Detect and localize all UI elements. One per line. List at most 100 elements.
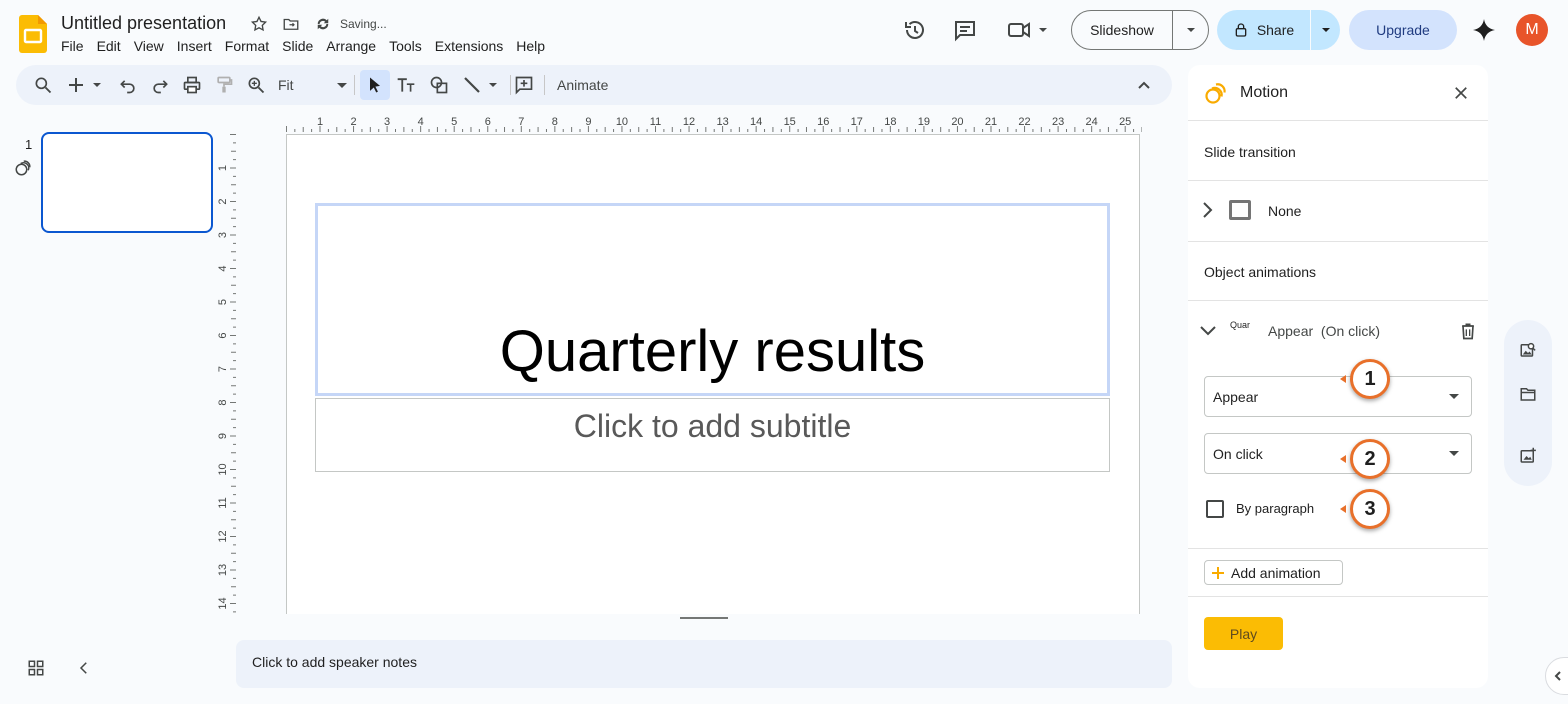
slide-thumbnail[interactable] [41,132,213,233]
version-history-icon[interactable] [903,18,927,42]
transition-preview-icon[interactable] [1228,198,1252,222]
redo-icon[interactable] [150,75,170,95]
by-paragraph-label[interactable]: By paragraph [1236,501,1314,516]
add-animation-label: Add animation [1231,564,1321,581]
notes-resize-handle[interactable] [680,617,728,619]
paint-format-icon[interactable] [214,75,234,95]
ruler-tick-label: 2 [350,116,356,128]
zoom-icon[interactable] [246,75,266,95]
star-icon[interactable] [250,15,268,33]
slideshow-label[interactable]: Slideshow [1072,11,1173,49]
grid-view-icon[interactable] [27,659,45,677]
folder-icon[interactable] [1519,385,1537,403]
sync-icon [314,15,332,33]
by-paragraph-checkbox[interactable] [1206,500,1224,518]
ruler-tick-label: 5 [451,116,457,128]
speaker-notes[interactable]: Click to add speaker notes [236,640,1172,688]
new-slide-icon[interactable] [66,75,106,95]
add-comment-icon[interactable] [514,75,534,95]
effect-select[interactable]: Appear [1204,376,1472,417]
ruler-tick-label: 14 [218,597,229,609]
menu-bar: File Edit View Insert Format Slide Arran… [61,38,552,54]
callout-pointer [1340,375,1346,383]
move-to-folder-icon[interactable] [282,15,300,33]
lock-icon [1235,23,1247,37]
play-button[interactable]: Play [1204,617,1283,650]
callout-badge-1: 1 [1350,359,1390,399]
zoom-select-value[interactable]: Fit [278,77,294,93]
share-label: Share [1256,22,1295,38]
close-icon[interactable] [1452,84,1470,102]
effect-select-value: Appear [1213,389,1259,405]
search-menus-icon[interactable] [33,75,53,95]
print-icon[interactable] [182,75,202,95]
menu-tools[interactable]: Tools [383,38,429,54]
collapse-filmstrip-icon[interactable] [75,659,93,677]
document-title[interactable]: Untitled presentation [61,13,226,34]
ruler-tick-label: 8 [218,399,229,405]
ruler-tick-label: 9 [218,433,229,439]
avatar[interactable]: M [1516,14,1548,46]
collapse-toolbar-icon[interactable] [1134,75,1154,95]
motion-panel: Motion Slide transition None Object anim… [1188,65,1488,688]
ruler-tick-label: 2 [218,198,229,204]
image-search-icon[interactable] [1519,341,1537,359]
ruler-tick-label: 13 [716,116,728,128]
ruler-tick-label: 16 [817,116,829,128]
menu-format[interactable]: Format [218,38,275,54]
ruler-tick-label: 24 [1086,116,1098,128]
ruler-tick-label: 13 [218,564,229,576]
menu-arrange[interactable]: Arrange [320,38,383,54]
plus-icon [1212,566,1224,579]
ruler-tick-label: 14 [750,116,762,128]
add-animation-button[interactable]: Add animation [1204,560,1343,585]
slide-subtitle[interactable]: Click to add subtitle [315,408,1110,445]
menu-slide[interactable]: Slide [276,38,320,54]
expand-transition-icon[interactable] [1200,201,1216,219]
menu-view[interactable]: View [127,38,170,54]
chevron-left-icon [1554,671,1561,681]
ruler-tick-label: 10 [616,116,628,128]
ruler-tick-label: 5 [218,299,229,305]
collapse-animation-icon[interactable] [1199,322,1217,340]
animation-summary[interactable]: Appear (On click) [1268,323,1380,339]
slideshow-dropdown-icon[interactable] [1173,24,1208,36]
slide-number: 1 [25,137,33,152]
slide-transition-heading: Slide transition [1204,144,1296,160]
menu-help[interactable]: Help [510,38,552,54]
zoom-dropdown-icon[interactable] [332,75,352,95]
menu-file[interactable]: File [61,38,90,54]
ruler-tick-label: 8 [552,116,558,128]
line-icon[interactable] [462,75,502,95]
animate-button[interactable]: Animate [557,77,608,93]
transition-value[interactable]: None [1268,203,1301,219]
ruler-tick-label: 7 [218,366,229,372]
menu-insert[interactable]: Insert [170,38,218,54]
object-animations-heading: Object animations [1204,264,1317,280]
ruler-tick-label: 12 [218,530,229,542]
delete-animation-icon[interactable] [1458,321,1478,341]
share-button[interactable]: Share [1217,10,1340,50]
panel-title: Motion [1240,84,1289,101]
slide-title[interactable]: Quarterly results [315,318,1110,385]
gemini-icon[interactable] [1472,18,1496,42]
add-image-icon[interactable] [1519,447,1537,465]
menu-edit[interactable]: Edit [90,38,127,54]
shape-icon[interactable] [429,75,449,95]
undo-icon[interactable] [118,75,138,95]
upgrade-button[interactable]: Upgrade [1349,10,1457,50]
comments-icon[interactable] [953,18,977,42]
ruler-tick-label: 4 [418,116,424,128]
menu-extensions[interactable]: Extensions [428,38,509,54]
slides-logo[interactable] [19,15,47,53]
share-dropdown-icon[interactable] [1311,24,1340,36]
trigger-select[interactable]: On click [1204,433,1472,474]
slideshow-button[interactable]: Slideshow [1071,10,1209,50]
ruler-tick-label: 3 [218,232,229,238]
text-box-icon[interactable] [396,75,416,95]
callout-pointer [1340,455,1346,463]
expand-side-panel-tab[interactable] [1545,657,1568,695]
select-cursor-icon[interactable] [365,75,385,95]
meet-icon[interactable] [1007,18,1051,42]
ruler-tick-label: 6 [485,116,491,128]
